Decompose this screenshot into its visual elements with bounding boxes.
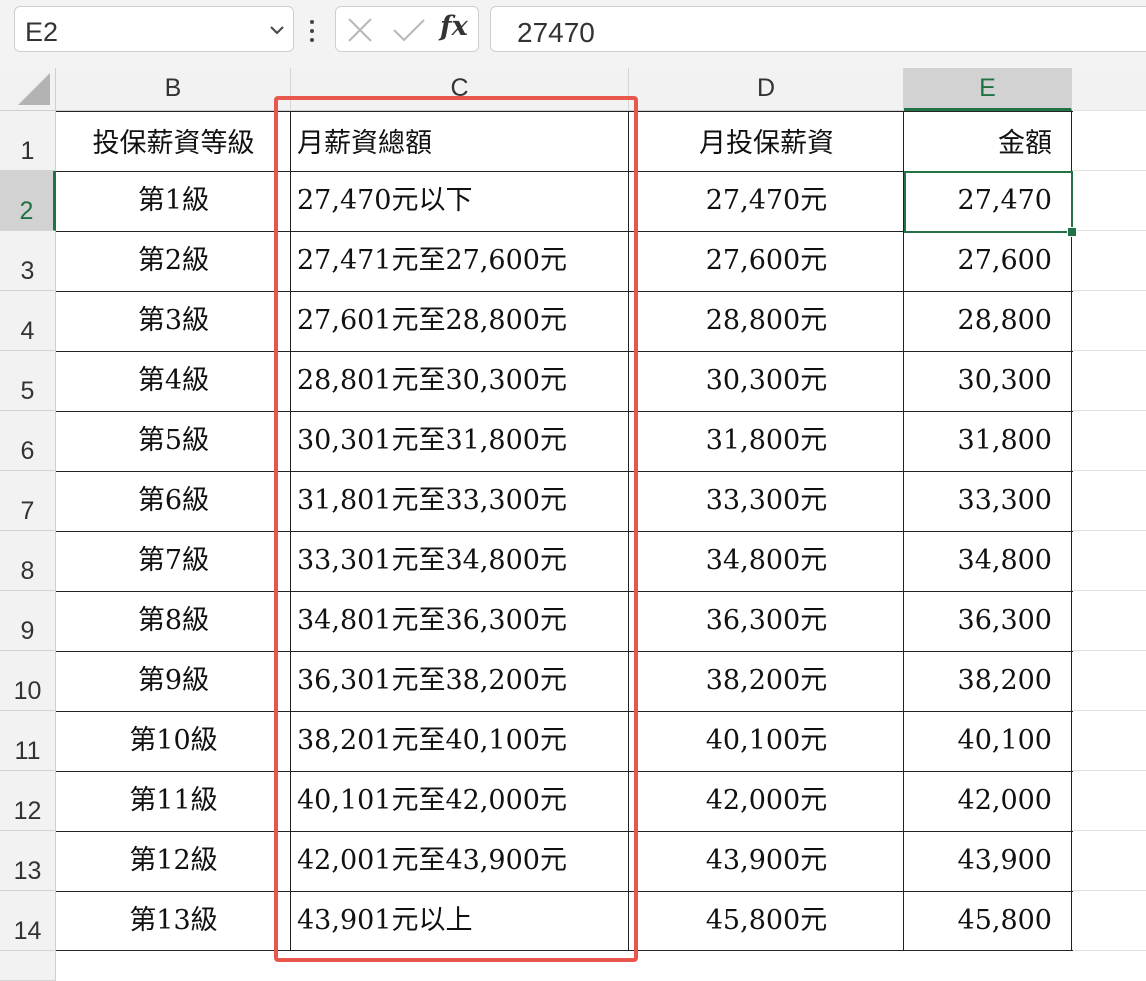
cell-b9[interactable]: 第8級 — [56, 591, 291, 651]
cell-b3[interactable]: 第2級 — [56, 231, 291, 291]
column-header-d[interactable]: D — [629, 68, 904, 111]
cell-e4[interactable]: 28,800 — [904, 291, 1072, 351]
cell-e12[interactable]: 42,000 — [904, 771, 1072, 831]
row-header-15[interactable] — [0, 951, 56, 981]
formula-input[interactable]: 27470 — [490, 6, 1146, 52]
gridline — [1072, 830, 1146, 831]
gridline — [1072, 590, 1146, 591]
cell-d4[interactable]: 28,800元 — [629, 291, 904, 351]
select-all-triangle-icon — [18, 73, 50, 105]
cell-d9[interactable]: 36,300元 — [629, 591, 904, 651]
cell-b14[interactable]: 第13級 — [56, 891, 291, 951]
header-cell-b[interactable]: 投保薪資等級 — [56, 111, 291, 171]
row-header-4[interactable]: 4 — [0, 291, 56, 351]
row-header-3[interactable]: 3 — [0, 231, 56, 291]
cell-b2[interactable]: 第1級 — [56, 171, 291, 231]
check-icon[interactable] — [392, 17, 426, 43]
cell-b11[interactable]: 第10級 — [56, 711, 291, 771]
cell-d7[interactable]: 33,300元 — [629, 471, 904, 531]
formula-value[interactable]: 27470 — [517, 17, 595, 49]
cell-e13[interactable]: 43,900 — [904, 831, 1072, 891]
row-header-7[interactable]: 7 — [0, 471, 56, 531]
select-all-button[interactable] — [0, 68, 56, 111]
gridline — [1072, 470, 1146, 471]
row-header-5[interactable]: 5 — [0, 351, 56, 411]
cell-d5[interactable]: 30,300元 — [629, 351, 904, 411]
formula-buttons: fx — [335, 6, 479, 52]
table-border-v — [903, 111, 904, 951]
cell-e8[interactable]: 34,800 — [904, 531, 1072, 591]
cell-d3[interactable]: 27,600元 — [629, 231, 904, 291]
row-header-11[interactable]: 11 — [0, 711, 56, 771]
cell-d8[interactable]: 34,800元 — [629, 531, 904, 591]
close-icon[interactable] — [346, 17, 374, 43]
vertical-dots-icon[interactable] — [309, 20, 315, 42]
cell-b6[interactable]: 第5級 — [56, 411, 291, 471]
name-box[interactable]: E2 — [14, 6, 294, 52]
cell-d11[interactable]: 40,100元 — [629, 711, 904, 771]
highlight-box — [274, 96, 638, 962]
row-header-6[interactable]: 6 — [0, 411, 56, 471]
gridline — [1072, 890, 1146, 891]
gridline — [1072, 290, 1146, 291]
column-header-e[interactable]: E — [904, 68, 1072, 111]
row-header-13[interactable]: 13 — [0, 831, 56, 891]
row-header-9[interactable]: 9 — [0, 591, 56, 651]
cell-e9[interactable]: 36,300 — [904, 591, 1072, 651]
column-header-b[interactable]: B — [56, 68, 291, 111]
row-header-14[interactable]: 14 — [0, 891, 56, 951]
gridline — [1072, 950, 1146, 951]
cell-d2[interactable]: 27,470元 — [629, 171, 904, 231]
name-box-value[interactable]: E2 — [25, 17, 58, 48]
cell-b5[interactable]: 第4級 — [56, 351, 291, 411]
formula-bar: E2 fx 27470 — [0, 0, 1146, 68]
cell-e14[interactable]: 45,800 — [904, 891, 1072, 951]
cell-e6[interactable]: 31,800 — [904, 411, 1072, 471]
cell-b8[interactable]: 第7級 — [56, 531, 291, 591]
cell-d6[interactable]: 31,800元 — [629, 411, 904, 471]
cell-b4[interactable]: 第3級 — [56, 291, 291, 351]
gridline — [1072, 410, 1146, 411]
cell-b12[interactable]: 第11級 — [56, 771, 291, 831]
insert-function-button[interactable]: fx — [440, 11, 468, 42]
gridline — [1072, 710, 1146, 711]
cell-e3[interactable]: 27,600 — [904, 231, 1072, 291]
gridline — [1072, 350, 1146, 351]
cell-d14[interactable]: 45,800元 — [629, 891, 904, 951]
gridline — [1072, 170, 1146, 171]
active-cell-border — [904, 171, 1073, 233]
chevron-down-icon[interactable] — [269, 23, 285, 37]
row-header-1[interactable]: 1 — [0, 111, 56, 171]
cell-e5[interactable]: 30,300 — [904, 351, 1072, 411]
table-border-v — [1071, 111, 1072, 951]
header-cell-e[interactable]: 金額 — [904, 111, 1072, 171]
cell-b7[interactable]: 第6級 — [56, 471, 291, 531]
row-header-8[interactable]: 8 — [0, 531, 56, 591]
cell-b13[interactable]: 第12級 — [56, 831, 291, 891]
column-header-f[interactable] — [1072, 68, 1146, 111]
gridline — [1072, 650, 1146, 651]
fill-handle[interactable] — [1067, 227, 1077, 237]
gridline — [1072, 770, 1146, 771]
gridline — [1072, 230, 1146, 231]
cell-d12[interactable]: 42,000元 — [629, 771, 904, 831]
cell-b10[interactable]: 第9級 — [56, 651, 291, 711]
cell-e10[interactable]: 38,200 — [904, 651, 1072, 711]
row-header-12[interactable]: 12 — [0, 771, 56, 831]
cell-d10[interactable]: 38,200元 — [629, 651, 904, 711]
cell-e11[interactable]: 40,100 — [904, 711, 1072, 771]
cell-d13[interactable]: 43,900元 — [629, 831, 904, 891]
gridline — [1072, 110, 1146, 111]
row-header-10[interactable]: 10 — [0, 651, 56, 711]
header-cell-d[interactable]: 月投保薪資 — [629, 111, 904, 171]
cell-e7[interactable]: 33,300 — [904, 471, 1072, 531]
gridline — [1072, 530, 1146, 531]
row-header-2[interactable]: 2 — [0, 171, 56, 231]
